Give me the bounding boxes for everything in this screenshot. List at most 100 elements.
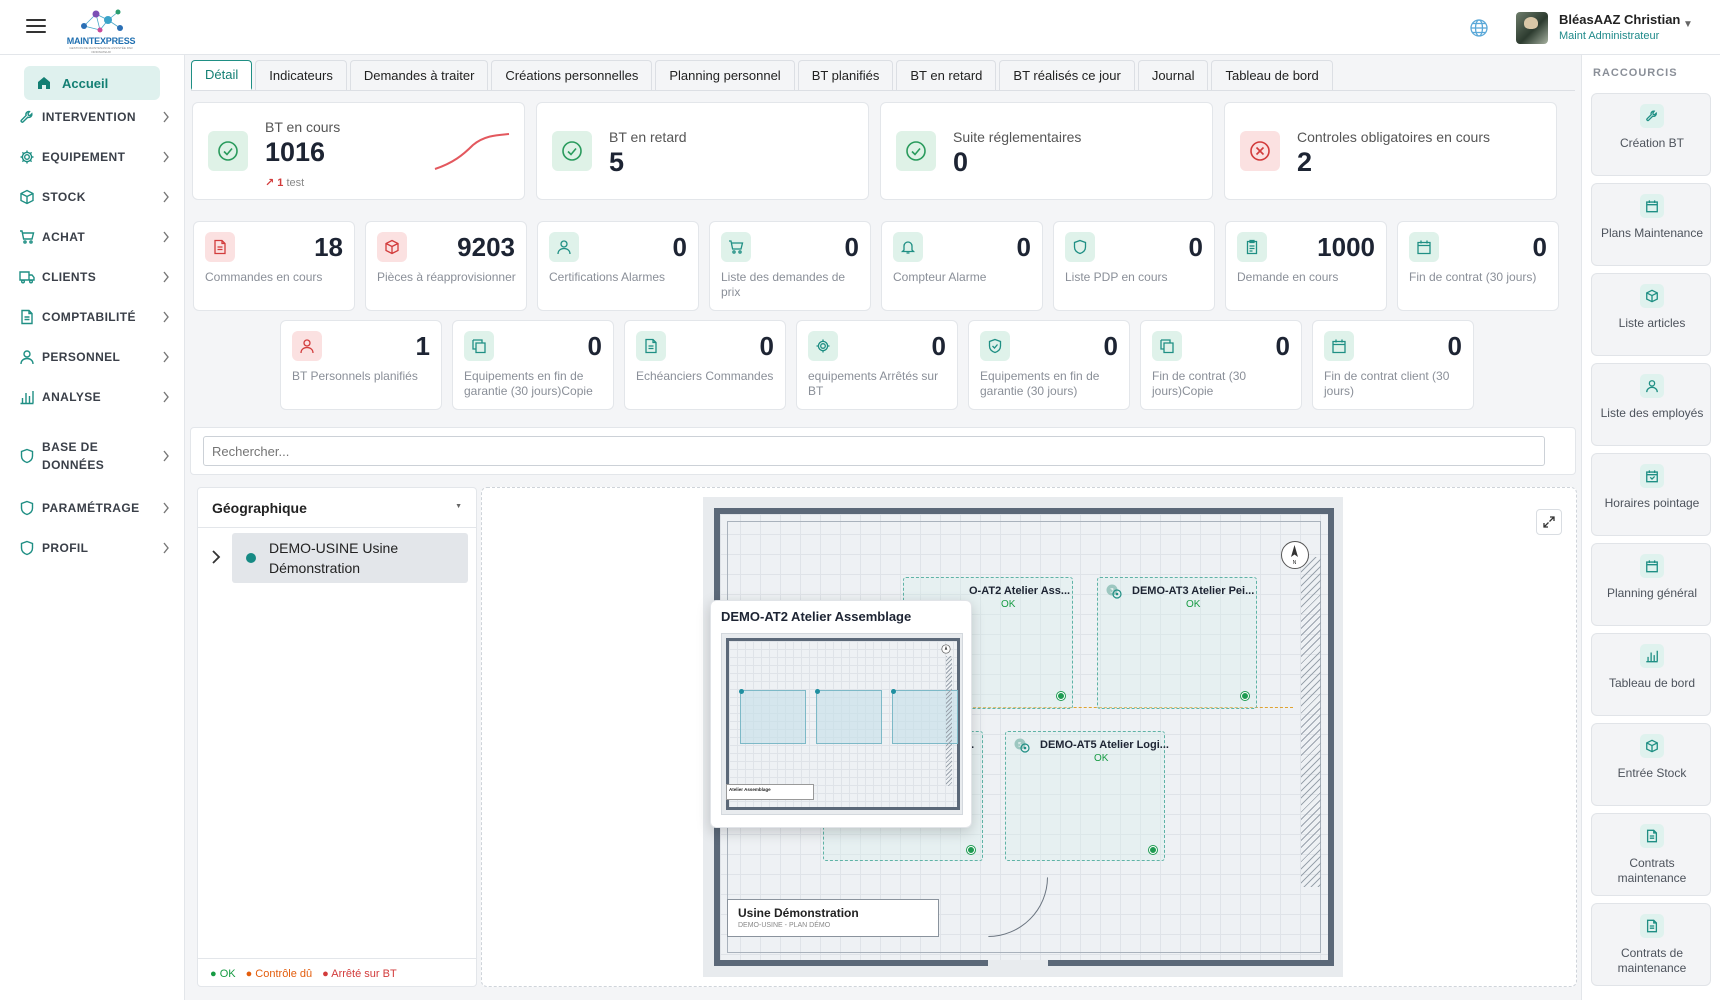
sidebar-item-achat[interactable]: ACHAT — [0, 227, 185, 247]
chevron-down-icon[interactable]: ▼ — [1683, 19, 1693, 30]
shortcut-plans-maintenance[interactable]: Plans Maintenance — [1591, 183, 1711, 266]
sidebar-item-personnel[interactable]: PERSONNEL — [0, 347, 185, 367]
tab-bt-en-retard[interactable]: BT en retard — [896, 60, 997, 90]
card-label: Demande en cours — [1237, 270, 1339, 284]
card-echeanciers-commandes[interactable]: 0 Echéanciers Commandes — [624, 320, 786, 410]
user-icon — [1640, 374, 1664, 398]
trend-label: test — [286, 177, 305, 189]
user-icon — [20, 350, 34, 365]
shortcut-tableau-de-bord[interactable]: Tableau de bord — [1591, 633, 1711, 716]
card-fin-de-contrat-client[interactable]: 0 Fin de contrat client (30 jours) — [1312, 320, 1474, 410]
card-equipements-fin-garantie-copie[interactable]: 0 Equipements en fin de garantie (30 jou… — [452, 320, 614, 410]
card-liste-demandes-de-prix[interactable]: 0 Liste des demandes de prix — [709, 221, 871, 311]
compass-icon[interactable]: N — [1281, 541, 1309, 569]
check-circle-icon — [552, 131, 592, 171]
tab-creations-personnelles[interactable]: Créations personnelles — [491, 60, 653, 90]
card-pieces-a-reapprovisionner[interactable]: 9203 Pièces à réapprovisionner — [365, 221, 527, 311]
document-icon — [636, 331, 666, 361]
card-fin-de-contrat-copie[interactable]: 0 Fin de contrat (30 jours)Copie — [1140, 320, 1302, 410]
card-value: 0 — [1103, 331, 1118, 361]
sidebar-item-label: PARAMÉTRAGE — [42, 501, 140, 515]
kpi-controles-obligatoires[interactable]: Controles obligatoires en cours 2 — [1224, 102, 1557, 200]
globe-icon[interactable] — [1469, 18, 1489, 38]
sidebar-item-comptabilite[interactable]: COMPTABILITÉ — [0, 307, 185, 327]
card-label: Fin de contrat client (30 jours) — [1324, 369, 1450, 398]
card-compteur-alarme[interactable]: 0 Compteur Alarme — [881, 221, 1043, 311]
sidebar-item-clients[interactable]: CLIENTS — [0, 267, 185, 287]
kpi-bt-en-retard[interactable]: BT en retard 5 — [536, 102, 869, 200]
card-value: 0 — [672, 232, 687, 262]
tab-tableau-de-bord[interactable]: Tableau de bord — [1211, 60, 1333, 90]
card-fin-de-contrat[interactable]: 0 Fin de contrat (30 jours) — [1397, 221, 1559, 311]
expand-icon[interactable] — [1536, 509, 1562, 535]
card-value: 0 — [844, 232, 859, 262]
bell-icon — [893, 232, 923, 262]
menu-icon[interactable] — [26, 18, 46, 34]
tab-indicateurs[interactable]: Indicateurs — [255, 60, 347, 90]
sidebar-item-label: ANALYSE — [42, 390, 102, 404]
card-certifications-alarmes[interactable]: 0 Certifications Alarmes — [537, 221, 699, 311]
tab-bt-planifies[interactable]: BT planifiés — [797, 60, 894, 90]
card-value: 1000 — [1317, 232, 1375, 262]
tree-item-label: DEMO-USINE Usine Démonstration — [269, 540, 399, 576]
kpi-bt-en-cours[interactable]: BT en cours 1016 ↗ 1 test — [192, 102, 525, 200]
sidebar-item-stock[interactable]: STOCK — [0, 187, 185, 207]
shortcut-label: Horaires pointage — [1604, 496, 1700, 510]
search-input[interactable] — [203, 436, 1545, 466]
plan-subtitle: DEMO-USINE - PLAN DÉMO — [738, 922, 831, 929]
sidebar-item-accueil[interactable]: Accueil — [24, 66, 160, 100]
shortcut-horaires-pointage[interactable]: Horaires pointage — [1591, 453, 1711, 536]
avatar[interactable] — [1516, 12, 1548, 44]
shortcut-liste-employes[interactable]: Liste des employés — [1591, 363, 1711, 446]
cart-icon — [20, 230, 35, 244]
kpi-value: 0 — [953, 147, 969, 177]
box-icon — [20, 189, 34, 205]
sidebar-item-analyse[interactable]: ANALYSE — [0, 387, 185, 407]
shortcut-entree-stock[interactable]: Entrée Stock — [1591, 723, 1711, 806]
tab-planning-personnel[interactable]: Planning personnel — [655, 60, 795, 90]
room-status: OK — [1001, 599, 1016, 610]
tab-demandes-a-traiter[interactable]: Demandes à traiter — [349, 60, 489, 90]
room-preview-popup[interactable]: DEMO-AT2 Atelier Assemblage Atelier Asse… — [710, 600, 972, 828]
search-panel — [190, 427, 1576, 475]
document-icon — [205, 232, 235, 262]
kpi-suite-reglementaires[interactable]: Suite réglementaires 0 — [880, 102, 1213, 200]
card-demande-en-cours[interactable]: 1000 Demande en cours — [1225, 221, 1387, 311]
tab-detail[interactable]: Détail — [191, 60, 253, 90]
card-liste-pdp-en-cours[interactable]: 0 Liste PDP en cours — [1053, 221, 1215, 311]
room-at5[interactable]: 5 DEMO-AT5 Atelier Logi... OK — [1005, 731, 1169, 861]
card-label: Fin de contrat (30 jours)Copie — [1152, 369, 1247, 398]
shortcut-liste-articles[interactable]: Liste articles — [1591, 273, 1711, 356]
tree-item[interactable]: DEMO-USINE Usine Démonstration — [206, 533, 468, 583]
tab-journal[interactable]: Journal — [1137, 60, 1209, 90]
tab-bt-realises-ce-jour[interactable]: BT réalisés ce jour — [999, 60, 1135, 90]
sidebar-item-parametrage[interactable]: PARAMÉTRAGE — [0, 498, 185, 518]
chevron-right-icon — [163, 391, 169, 403]
card-label: Liste des demandes de prix — [721, 270, 846, 299]
card-equipements-fin-garantie[interactable]: 0 Equipements en fin de garantie (30 jou… — [968, 320, 1130, 410]
logo[interactable]: MAINTEXPRESS GESTION DE MAINTENANCE ASSI… — [62, 6, 140, 54]
shortcut-contrats-maintenance[interactable]: Contrats maintenance — [1591, 813, 1711, 896]
sidebar-item-base-de-donnees[interactable]: BASE DE DONNÉES — [0, 438, 185, 474]
card-commandes-en-cours[interactable]: 18 Commandes en cours — [193, 221, 355, 311]
user-role: Maint Administrateur — [1559, 30, 1660, 42]
chevron-right-icon — [163, 191, 169, 203]
chevron-right-icon[interactable] — [210, 548, 222, 566]
sidebar-item-equipement[interactable]: EQUIPEMENT — [0, 147, 185, 167]
room-at3[interactable]: 3 DEMO-AT3 Atelier Pei... OK — [1097, 577, 1257, 709]
card-value: 0 — [1532, 232, 1547, 262]
sidebar-item-label: INTERVENTION — [42, 110, 136, 124]
card-equipements-arretes-sur-bt[interactable]: 0 equipements Arrêtés sur BT — [796, 320, 958, 410]
shortcut-contrats-de-maintenance[interactable]: Contrats de maintenance — [1591, 903, 1711, 986]
sidebar-item-intervention[interactable]: INTERVENTION — [0, 107, 185, 127]
floor-plan[interactable]: N O-AT2 Atelier Ass... OK 3 DEMO-AT3 Ate… — [703, 497, 1343, 977]
shortcut-planning-general[interactable]: Planning général — [1591, 543, 1711, 626]
tree-view-selector[interactable]: Géographique ▼ — [198, 488, 476, 528]
shortcut-creation-bt[interactable]: Création BT — [1591, 93, 1711, 176]
sidebar-item-profil[interactable]: PROFIL — [0, 538, 185, 558]
card-bt-personnels-planifies[interactable]: 1 BT Personnels planifiés — [280, 320, 442, 410]
card-value: 1 — [415, 331, 430, 361]
user-name[interactable]: BléasAAZ Christian — [1559, 12, 1680, 27]
top-bar: MAINTEXPRESS GESTION DE MAINTENANCE ASSI… — [0, 0, 1720, 55]
card-label: Pièces à réapprovisionner — [377, 270, 516, 284]
